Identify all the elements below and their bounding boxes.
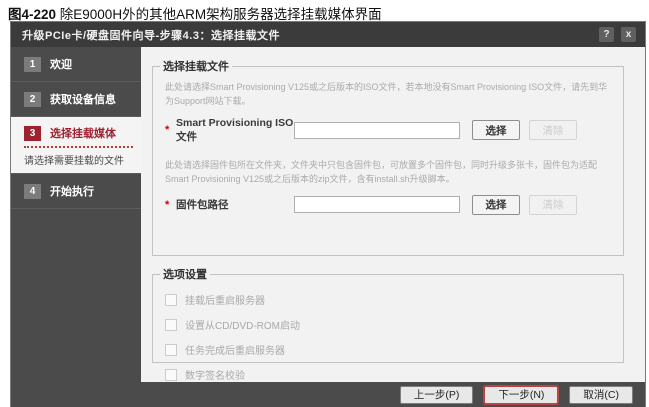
next-button[interactable]: 下一步(N): [484, 386, 558, 404]
figure-caption-label: 图4-220: [8, 7, 56, 22]
sidebar-step-welcome[interactable]: 1 欢迎: [11, 47, 141, 82]
active-step-dotted-divider: [24, 146, 133, 148]
sidebar-filler: [11, 209, 141, 382]
checkbox-row-signature-check: 数字签名校验: [165, 367, 623, 382]
iso-field-label: Smart Provisioning ISO文件: [176, 117, 294, 144]
help-icon[interactable]: ?: [599, 27, 614, 42]
required-asterisk: *: [165, 124, 176, 136]
step-number-badge: 3: [24, 126, 41, 141]
wizard-dialog: 升级PCIe卡/硬盘固件向导-步骤4.3：选择挂载文件 ? x 1 欢迎 2 获…: [11, 22, 645, 407]
iso-file-input[interactable]: [294, 122, 460, 139]
iso-hint-text: 此处请选择Smart Provisioning V125或之后版本的ISO文件，…: [165, 81, 611, 109]
checkbox-icon[interactable]: [165, 319, 177, 331]
checkbox-label: 任务完成后重启服务器: [185, 342, 285, 357]
checkbox-icon[interactable]: [165, 344, 177, 356]
page: 图4-220 除E9000H外的其他ARM架构服务器选择挂载媒体界面 升级PCI…: [0, 0, 649, 407]
iso-field-row: * Smart Provisioning ISO文件 选择 清除: [165, 117, 611, 144]
checkbox-row-restart-after-mount: 挂载后重启服务器: [165, 292, 623, 307]
checkbox-icon[interactable]: [165, 294, 177, 306]
firmware-hint-text: 此处请选择固件包所在文件夹，文件夹中只包含固件包，可放置多个固件包，同时升级多张…: [165, 159, 611, 187]
step-label: 开始执行: [50, 183, 94, 199]
firmware-path-input[interactable]: [294, 196, 460, 213]
checkbox-label: 数字签名校验: [185, 367, 245, 382]
main-panel: 选择挂载文件 此处请选择Smart Provisioning V125或之后版本…: [141, 47, 645, 382]
firmware-select-button[interactable]: 选择: [472, 195, 520, 215]
step-label: 欢迎: [50, 56, 72, 72]
select-mount-file-section: 选择挂载文件 此处请选择Smart Provisioning V125或之后版本…: [152, 58, 624, 256]
checkbox-label: 挂载后重启服务器: [185, 292, 265, 307]
firmware-clear-button[interactable]: 清除: [529, 195, 577, 215]
figure-caption-text: 除E9000H外的其他ARM架构服务器选择挂载媒体界面: [56, 7, 382, 22]
active-step-subtitle: 请选择需要挂载的文件: [24, 152, 133, 167]
checkbox-label: 设置从CD/DVD-ROM启动: [185, 317, 300, 332]
dialog-body: 1 欢迎 2 获取设备信息 3 选择挂载媒体 请选择需要挂载的文件 4: [11, 47, 645, 382]
iso-clear-button[interactable]: 清除: [529, 120, 577, 140]
checkbox-row-boot-from-cd: 设置从CD/DVD-ROM启动: [165, 317, 623, 332]
iso-select-button[interactable]: 选择: [472, 120, 520, 140]
step-number-badge: 2: [24, 92, 41, 107]
close-icon[interactable]: x: [621, 27, 636, 42]
sidebar-step-select-media-active[interactable]: 3 选择挂载媒体 请选择需要挂载的文件: [11, 117, 141, 174]
select-mount-file-legend: 选择挂载文件: [160, 58, 232, 74]
options-legend: 选项设置: [160, 266, 210, 282]
dialog-footer: 上一步(P) 下一步(N) 取消(C): [11, 382, 645, 407]
dialog-titlebar: 升级PCIe卡/硬盘固件向导-步骤4.3：选择挂载文件 ? x: [11, 22, 645, 47]
step-number-badge: 4: [24, 184, 41, 199]
options-section: 选项设置 挂载后重启服务器 设置从CD/DVD-ROM启动 任务完成后重启服务器: [152, 266, 624, 363]
sidebar-step-device-info[interactable]: 2 获取设备信息: [11, 82, 141, 117]
previous-button[interactable]: 上一步(P): [400, 386, 474, 404]
wizard-sidebar: 1 欢迎 2 获取设备信息 3 选择挂载媒体 请选择需要挂载的文件 4: [11, 47, 141, 382]
figure-caption: 图4-220 除E9000H外的其他ARM架构服务器选择挂载媒体界面: [8, 3, 382, 23]
firmware-field-row: * 固件包路径 选择 清除: [165, 195, 611, 215]
sidebar-step-execute[interactable]: 4 开始执行: [11, 174, 141, 209]
cancel-button[interactable]: 取消(C): [569, 386, 633, 404]
firmware-field-label: 固件包路径: [176, 197, 294, 212]
step-label: 选择挂载媒体: [50, 125, 116, 141]
checkbox-icon[interactable]: [165, 369, 177, 381]
step-label: 获取设备信息: [50, 91, 116, 107]
checkbox-row-restart-after-task: 任务完成后重启服务器: [165, 342, 623, 357]
step-number-badge: 1: [24, 57, 41, 72]
required-asterisk: *: [165, 199, 176, 211]
dialog-title: 升级PCIe卡/硬盘固件向导-步骤4.3：选择挂载文件: [22, 27, 592, 43]
